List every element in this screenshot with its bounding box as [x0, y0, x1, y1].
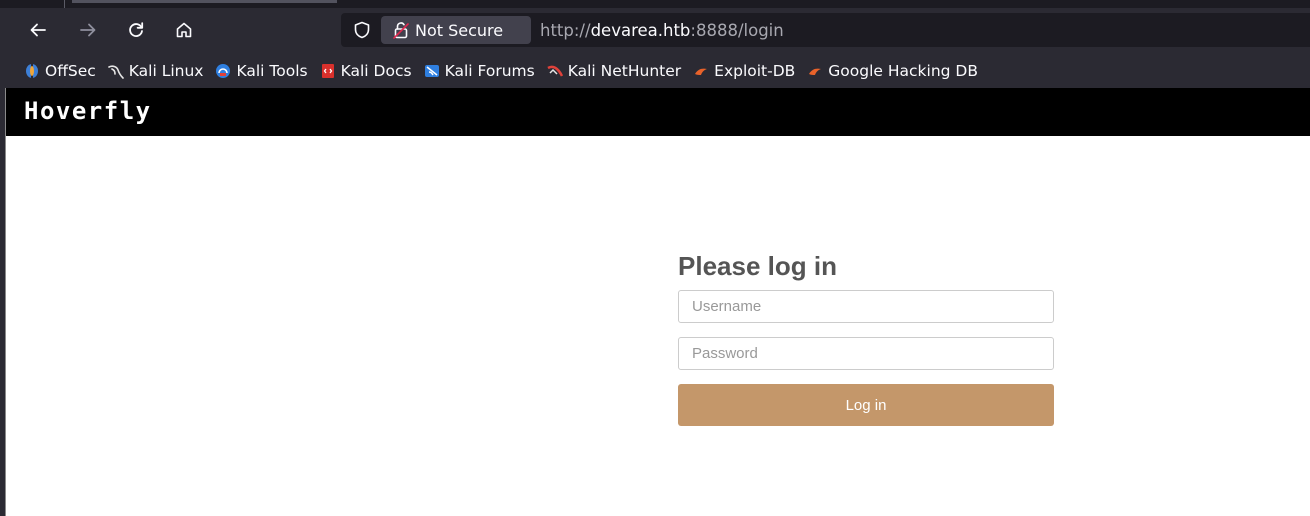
bookmark-label: Kali Forums	[444, 62, 535, 80]
reload-icon	[129, 22, 144, 37]
login-form: Please log in Log in	[678, 250, 1054, 426]
login-button[interactable]: Log in	[678, 384, 1054, 426]
not-secure-indicator[interactable]: Not Secure	[381, 16, 531, 44]
window-left-border	[0, 88, 6, 516]
tab-separator	[64, 0, 65, 8]
bookmark-label: Kali NetHunter	[567, 62, 682, 80]
bookmark-kali-docs[interactable]: Kali Docs	[320, 62, 412, 80]
url-path: :8888/login	[690, 21, 784, 40]
bookmark-exploit-db[interactable]: Exploit-DB	[693, 62, 795, 80]
password-input[interactable]	[678, 337, 1054, 370]
back-arrow-icon	[30, 23, 46, 37]
offsec-icon	[24, 63, 40, 79]
brand-logo[interactable]: Hoverfly	[24, 97, 152, 125]
bookmark-label: OffSec	[45, 62, 96, 80]
bookmark-label: Kali Docs	[340, 62, 412, 80]
username-input[interactable]	[678, 290, 1054, 323]
bookmark-kali-forums[interactable]: Kali Forums	[424, 62, 535, 80]
tab-strip	[0, 0, 1310, 8]
kali-docs-icon	[320, 63, 336, 79]
exploit-db-icon	[693, 63, 709, 79]
not-secure-label: Not Secure	[415, 20, 504, 40]
google-hacking-db-icon	[807, 63, 823, 79]
forward-button[interactable]	[72, 14, 104, 46]
kali-tools-icon	[215, 63, 231, 79]
url-scheme: http://	[540, 21, 591, 40]
bookmark-kali-tools[interactable]: Kali Tools	[215, 62, 308, 80]
login-title: Please log in	[678, 251, 837, 281]
kali-nethunter-icon	[547, 63, 563, 79]
bookmark-kali-nethunter[interactable]: Kali NetHunter	[547, 62, 681, 80]
home-icon	[176, 22, 192, 38]
bookmark-google-hacking-db[interactable]: Google Hacking DB	[807, 62, 978, 80]
bookmarks-toolbar: OffSec Kali Linux Kali Tools Kali Docs K…	[0, 56, 1310, 86]
navigation-toolbar: Not Secure http://devarea.htb:8888/login	[0, 8, 1310, 52]
bookmark-offsec[interactable]: OffSec	[24, 62, 96, 80]
kali-dragon-icon	[107, 63, 124, 79]
url-host: devarea.htb	[590, 21, 691, 40]
back-button[interactable]	[22, 14, 54, 46]
reload-button[interactable]	[120, 14, 152, 46]
bookmark-label: Kali Tools	[236, 62, 308, 80]
tracking-protection-shield-icon[interactable]	[353, 21, 371, 39]
kali-forums-icon	[424, 63, 440, 79]
bookmark-label: Exploit-DB	[714, 62, 796, 80]
app-header: Hoverfly	[6, 88, 1310, 136]
browser-chrome: Not Secure http://devarea.htb:8888/login…	[0, 0, 1310, 88]
forward-arrow-icon	[80, 23, 96, 37]
active-tab[interactable]	[72, 0, 337, 3]
address-bar[interactable]: Not Secure http://devarea.htb:8888/login	[341, 13, 1310, 47]
home-button[interactable]	[168, 14, 200, 46]
bookmark-label: Google Hacking DB	[828, 62, 978, 80]
bookmark-label: Kali Linux	[128, 62, 204, 80]
broken-lock-icon	[393, 22, 409, 39]
url-text[interactable]: http://devarea.htb:8888/login	[540, 21, 784, 40]
bookmark-kali-linux[interactable]: Kali Linux	[107, 62, 204, 80]
